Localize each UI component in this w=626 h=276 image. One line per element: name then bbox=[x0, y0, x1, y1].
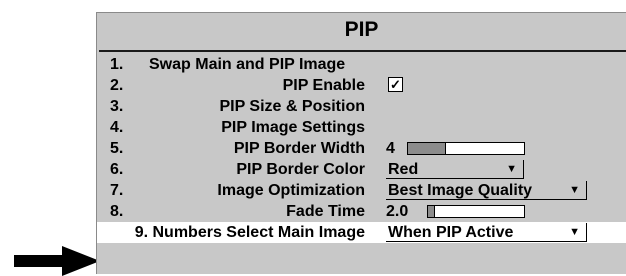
menu-item-swap-main-and-pip-image[interactable]: 1. Swap Main and PIP Image bbox=[97, 54, 626, 75]
item-number: 4. bbox=[110, 119, 124, 136]
item-number: 6. bbox=[110, 161, 124, 178]
item-number: 9. bbox=[134, 224, 149, 241]
item-number: 1. bbox=[110, 56, 124, 73]
item-label: PIP Size & Position bbox=[219, 98, 365, 115]
menu-item-pip-border-width[interactable]: 5. PIP Border Width 4 bbox=[97, 138, 626, 159]
item-label: PIP Image Settings bbox=[221, 119, 365, 136]
item-number: 5. bbox=[110, 140, 124, 157]
item-number: 8. bbox=[110, 203, 124, 220]
menu-title: PIP bbox=[344, 18, 379, 41]
border-color-dropdown[interactable]: Red ▼ bbox=[386, 160, 524, 179]
item-label-text: Numbers Select Main Image bbox=[152, 224, 365, 241]
pip-menu: PIP 1. Swap Main and PIP Image 2. PIP En… bbox=[96, 12, 626, 274]
menu-item-pip-enable[interactable]: 2. PIP Enable ✓ bbox=[97, 75, 626, 96]
item-label: PIP Border Width bbox=[233, 140, 365, 157]
dropdown-value: When PIP Active bbox=[388, 224, 514, 241]
menu-item-fade-time[interactable]: 8. Fade Time 2.0 bbox=[97, 201, 626, 222]
pointer-arrow-icon bbox=[14, 246, 100, 276]
dropdown-value: Best Image Quality bbox=[388, 182, 533, 199]
item-label: PIP Border Color bbox=[236, 161, 365, 178]
menu-item-numbers-select-main-image[interactable]: 9. Numbers Select Main Image When PIP Ac… bbox=[97, 222, 626, 243]
item-label: PIP Enable bbox=[282, 77, 365, 94]
item-label: Fade Time bbox=[286, 203, 365, 220]
fade-time-slider[interactable] bbox=[427, 205, 525, 218]
item-label: 9. Numbers Select Main Image bbox=[110, 224, 365, 242]
fade-time-value: 2.0 bbox=[386, 203, 409, 220]
dropdown-arrow-icon: ▼ bbox=[506, 163, 517, 175]
slider-fill bbox=[408, 143, 447, 154]
item-number: 3. bbox=[110, 98, 124, 115]
slider-fill bbox=[428, 206, 435, 217]
border-width-value: 4 bbox=[386, 140, 395, 157]
item-number: 7. bbox=[110, 182, 124, 199]
menu-item-pip-border-color[interactable]: 6. PIP Border Color Red ▼ bbox=[97, 159, 626, 180]
item-label: Image Optimization bbox=[217, 182, 365, 199]
dropdown-value: Red bbox=[388, 161, 419, 178]
menu-item-pip-size-position[interactable]: 3. PIP Size & Position bbox=[97, 96, 626, 117]
item-number: 2. bbox=[110, 77, 124, 94]
title-divider bbox=[99, 50, 626, 52]
border-width-slider[interactable] bbox=[407, 142, 525, 155]
item-label: Swap Main and PIP Image bbox=[149, 56, 346, 73]
dropdown-arrow-icon: ▼ bbox=[569, 226, 580, 238]
dropdown-arrow-icon: ▼ bbox=[569, 184, 580, 196]
pip-enable-checkbox[interactable]: ✓ bbox=[388, 77, 403, 92]
image-optimization-dropdown[interactable]: Best Image Quality ▼ bbox=[386, 181, 587, 200]
numbers-select-dropdown[interactable]: When PIP Active ▼ bbox=[386, 223, 587, 242]
menu-item-image-optimization[interactable]: 7. Image Optimization Best Image Quality… bbox=[97, 180, 626, 201]
menu-item-pip-image-settings[interactable]: 4. PIP Image Settings bbox=[97, 117, 626, 138]
